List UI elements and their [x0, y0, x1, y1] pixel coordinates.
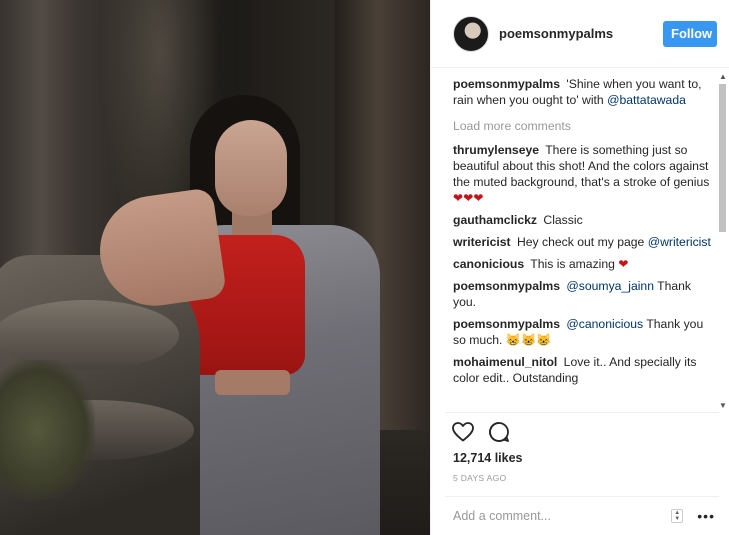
- comment-username[interactable]: poemsonmypalms: [453, 279, 560, 293]
- comment-text: Hey check out my page: [516, 235, 645, 249]
- comment-icon[interactable]: [487, 420, 511, 447]
- list-item: gauthamclickz Classic: [453, 212, 713, 228]
- comment-username[interactable]: canonicious: [453, 257, 524, 271]
- load-more-comments-link[interactable]: Load more comments: [453, 118, 713, 134]
- comment-mention[interactable]: @canonicious: [566, 317, 643, 331]
- post-timestamp[interactable]: 5 DAYS AGO: [453, 473, 506, 483]
- comment-mention[interactable]: @writericist: [648, 235, 711, 249]
- caption-comment: poemsonmypalms 'Shine when you want to, …: [453, 76, 713, 108]
- comment-text: This is amazing: [530, 257, 615, 271]
- comment-username[interactable]: writericist: [453, 235, 511, 249]
- comment-username[interactable]: gauthamclickz: [453, 213, 537, 227]
- more-icon[interactable]: •••: [697, 508, 715, 524]
- comment-hearts: ❤: [618, 257, 629, 271]
- post-sidebar: poemsonmypalms Follow poemsonmypalms 'Sh…: [430, 0, 729, 535]
- scroll-up-icon[interactable]: ▲: [719, 72, 727, 81]
- comment-username[interactable]: mohaimenul_nitol: [453, 355, 557, 369]
- post-actions: [451, 420, 511, 447]
- post-header: poemsonmypalms Follow: [431, 0, 729, 68]
- list-item: canonicious This is amazing ❤: [453, 256, 713, 272]
- heart-icon[interactable]: [451, 420, 475, 447]
- comments-scrollbar[interactable]: ▲ ▼: [718, 72, 727, 410]
- sort-icon[interactable]: ▲ ▼: [671, 509, 684, 523]
- photo-subject-waist: [215, 370, 290, 395]
- photo-subject-face: [215, 120, 287, 216]
- comment-username[interactable]: poemsonmypalms: [453, 317, 560, 331]
- avatar[interactable]: [453, 15, 489, 52]
- list-item: writericist Hey check out my page @write…: [453, 234, 713, 250]
- divider: [445, 412, 719, 413]
- list-item: thrumylenseye There is something just so…: [453, 142, 713, 206]
- photo-moss: [0, 360, 95, 500]
- list-item: poemsonmypalms @soumya_jainn Thank you.: [453, 278, 713, 310]
- comment-hearts: ❤❤❤: [453, 191, 484, 205]
- comment-mention[interactable]: @soumya_jainn: [566, 279, 654, 293]
- instagram-post: poemsonmypalms Follow poemsonmypalms 'Sh…: [0, 0, 729, 535]
- scrollbar-thumb[interactable]: [719, 84, 726, 232]
- comments-list[interactable]: poemsonmypalms 'Shine when you want to, …: [453, 76, 713, 412]
- scroll-down-icon[interactable]: ▼: [719, 401, 727, 410]
- post-photo[interactable]: [0, 0, 430, 535]
- comment-username[interactable]: poemsonmypalms: [453, 77, 560, 91]
- header-username[interactable]: poemsonmypalms: [499, 26, 663, 41]
- comment-text: Classic: [543, 213, 583, 227]
- add-comment-input[interactable]: [453, 509, 672, 523]
- comment-username[interactable]: thrumylenseye: [453, 143, 539, 157]
- list-item: poemsonmypalms @canonicious Thank you so…: [453, 316, 713, 348]
- likes-count[interactable]: 12,714 likes: [453, 451, 523, 465]
- follow-button[interactable]: Follow: [663, 20, 717, 47]
- add-comment-bar: ▲▼ •••: [445, 496, 719, 535]
- comment-mention[interactable]: @battatawada: [607, 93, 686, 107]
- list-item: mohaimenul_nitol Love it.. And specially…: [453, 354, 713, 386]
